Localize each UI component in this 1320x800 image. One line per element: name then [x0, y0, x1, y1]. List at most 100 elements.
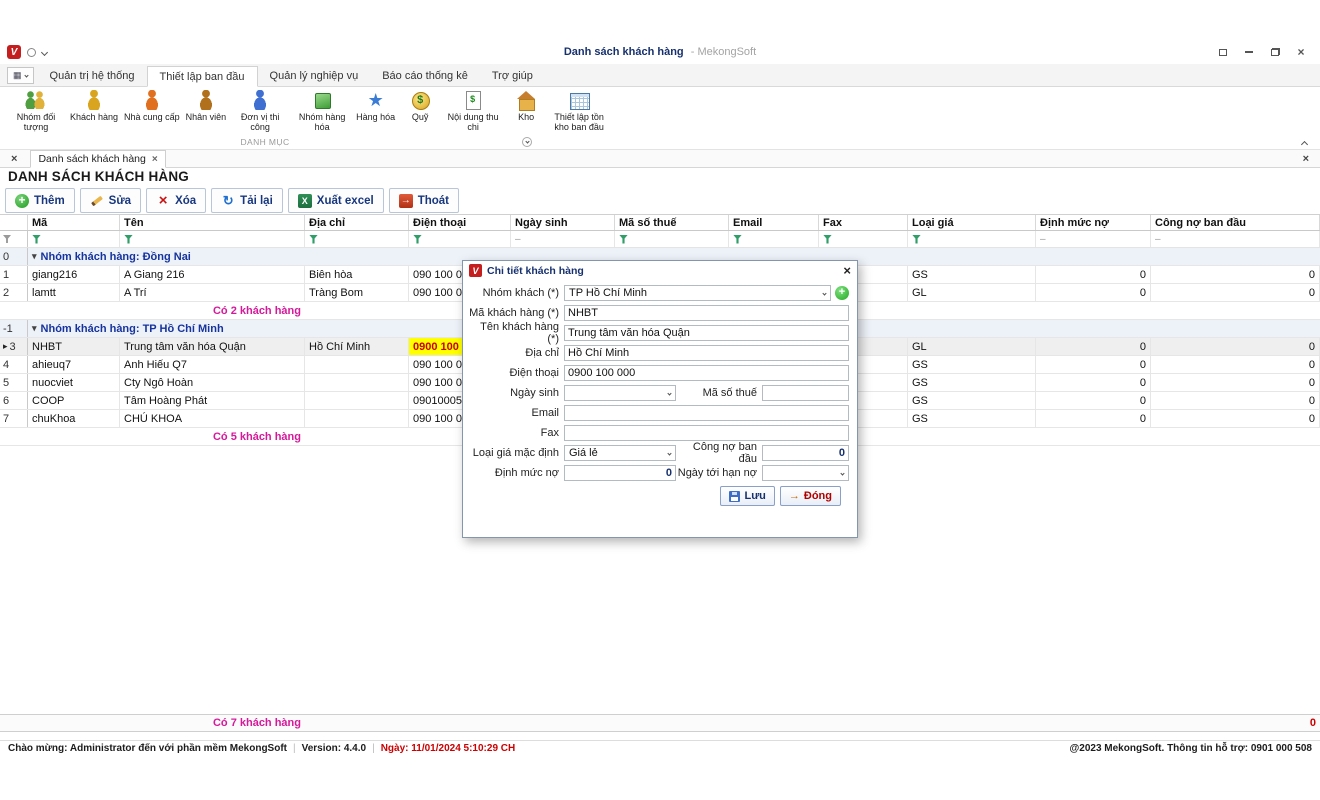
collapse-icon[interactable]: ▾ [32, 323, 37, 334]
dia-chi-field[interactable] [564, 345, 849, 361]
chevron-down-icon [667, 391, 671, 395]
filter-cell[interactable] [819, 231, 908, 247]
filter-cell[interactable]: – [1036, 231, 1151, 247]
nhom-khach-select[interactable]: TP Hồ Chí Minh [564, 285, 831, 301]
filter-cell[interactable] [28, 231, 120, 247]
ribbon-tab[interactable]: Thiết lập ban đầu [147, 66, 258, 87]
dinh-muc-no-field[interactable] [564, 465, 676, 481]
quick-access-caret-icon[interactable] [41, 48, 48, 55]
ribbon-item-people-group[interactable]: Nhóm đối tượng [5, 88, 67, 132]
column-header[interactable]: Định mức nợ [1036, 215, 1151, 230]
restore-button[interactable] [1268, 46, 1282, 59]
ribbon-item-money[interactable]: Quỹ [398, 88, 442, 122]
status-bar: Chào mừng: Administrator đến với phần mề… [0, 740, 1320, 756]
ribbon-item-green-box[interactable]: Nhóm hàng hóa [291, 88, 353, 132]
column-header[interactable]: Công nợ ban đầu [1151, 215, 1320, 230]
fax-field[interactable] [564, 425, 849, 441]
ribbon-item-person-brown[interactable]: Nhân viên [183, 88, 230, 122]
exit-button[interactable]: Thoát [389, 188, 459, 213]
ribbon-tab[interactable]: Quản trị hệ thống [38, 66, 147, 86]
ngay-sinh-select[interactable] [564, 385, 676, 401]
ribbon-item-blue-star[interactable]: Hàng hóa [353, 88, 398, 122]
close-button[interactable]: × [1294, 46, 1308, 59]
add-button[interactable]: Thêm [5, 188, 75, 213]
loai-gia-select[interactable]: Giá lẻ [564, 445, 676, 461]
column-header[interactable]: Ngày sinh [511, 215, 615, 230]
grid-cell: CHÚ KHOA [120, 410, 305, 427]
dialog-dong-button[interactable]: → Đóng [780, 486, 841, 506]
ribbon-item-label: Thiết lập tồn kho ban đầu [551, 112, 607, 132]
filter-dash-icon: – [515, 234, 521, 245]
ribbon-item-warehouse[interactable]: Kho [504, 88, 548, 122]
footer-total: 0 [1151, 715, 1320, 731]
dien-thoai-field[interactable] [564, 365, 849, 381]
grid-cell: nuocviet [28, 374, 120, 391]
filter-cell[interactable] [729, 231, 819, 247]
filter-cell[interactable] [0, 231, 28, 247]
fullscreen-button[interactable] [1216, 46, 1230, 59]
money-icon [409, 89, 431, 111]
column-header[interactable]: Tên [120, 215, 305, 230]
ribbon-collapse-button[interactable] [1298, 138, 1310, 148]
filter-cell[interactable] [615, 231, 729, 247]
dialog-close-button[interactable]: × [843, 264, 851, 277]
grid-cell: 0 [1036, 410, 1151, 427]
exit-arrow-icon: → [789, 490, 800, 502]
email-field[interactable] [564, 405, 849, 421]
chevron-down-icon [667, 451, 671, 455]
cong-no-ban-dau-field[interactable] [762, 445, 849, 461]
ribbon-item-document[interactable]: Nội dung thu chi [442, 88, 504, 132]
excel-button[interactable]: Xuất excel [288, 188, 384, 213]
quick-access-icon[interactable] [27, 48, 36, 57]
ribbon-tab[interactable]: Trợ giúp [480, 66, 545, 86]
ngay-toi-han-select[interactable] [762, 465, 849, 481]
column-header[interactable]: Email [729, 215, 819, 230]
column-header[interactable]: Fax [819, 215, 908, 230]
edit-button[interactable]: Sửa [80, 188, 141, 213]
collapse-icon[interactable]: ▾ [32, 251, 37, 262]
status-support: @2023 MekongSoft. Thông tin hỗ trợ: 0901… [1070, 743, 1312, 754]
ribbon-tab[interactable]: Báo cáo thống kê [370, 66, 480, 86]
filter-cell[interactable]: – [511, 231, 615, 247]
close-all-tabs-button[interactable]: × [1300, 151, 1312, 167]
filter-cell[interactable] [120, 231, 305, 247]
filter-cell[interactable] [305, 231, 409, 247]
column-header[interactable]: Địa chỉ [305, 215, 409, 230]
ribbon-item-person-orange[interactable]: Nhà cung cấp [121, 88, 183, 122]
column-header[interactable]: Mã số thuế [615, 215, 729, 230]
filter-cell[interactable]: – [1151, 231, 1320, 247]
ribbon-tab[interactable]: Quản lý nghiệp vụ [258, 66, 371, 86]
ribbon-item-table[interactable]: Thiết lập tồn kho ban đầu [548, 88, 610, 132]
filter-funnel-icon [413, 235, 422, 244]
ribbon-menu-button[interactable]: ▦ [7, 67, 34, 84]
ma-khach-hang-field[interactable] [564, 305, 849, 321]
chevron-down-icon [822, 291, 826, 295]
close-button-label: Đóng [804, 490, 832, 502]
ribbon-item-person-yellow[interactable]: Khách hàng [67, 88, 121, 122]
ribbon-item-person-blue[interactable]: Đơn vị thi công [229, 88, 291, 132]
delete-button[interactable]: Xóa [146, 188, 206, 213]
button-label: Xóa [175, 195, 196, 207]
column-header[interactable]: Loại giá [908, 215, 1036, 230]
app-window: V Danh sách khách hàng - MekongSoft × ▦ … [0, 0, 1320, 800]
grid-cell: chuKhoa [28, 410, 120, 427]
tab-danh-sach-khach-hang[interactable]: Danh sách khách hàng × [30, 150, 165, 168]
reload-button[interactable]: Tải lại [211, 188, 283, 213]
add-group-button[interactable]: + [835, 286, 849, 300]
minimize-button[interactable] [1242, 46, 1256, 59]
group-expand-button[interactable] [522, 137, 532, 147]
row-indicator: 4 [0, 356, 28, 373]
loai-gia-value: Giá lẻ [569, 447, 598, 459]
grid-cell [0, 715, 28, 731]
tab-close-icon[interactable]: × [152, 154, 158, 165]
filter-cell[interactable] [409, 231, 511, 247]
grid-cell: 0 [1151, 266, 1320, 283]
filter-cell[interactable] [908, 231, 1036, 247]
close-tab-button[interactable]: × [8, 151, 20, 167]
save-button[interactable]: Lưu [720, 486, 774, 506]
column-header[interactable]: Điện thoại [409, 215, 511, 230]
column-header[interactable]: Mã [28, 215, 120, 230]
ma-so-thue-field[interactable] [762, 385, 849, 401]
button-label: Tải lại [240, 195, 273, 207]
ten-khach-hang-field[interactable] [564, 325, 849, 341]
